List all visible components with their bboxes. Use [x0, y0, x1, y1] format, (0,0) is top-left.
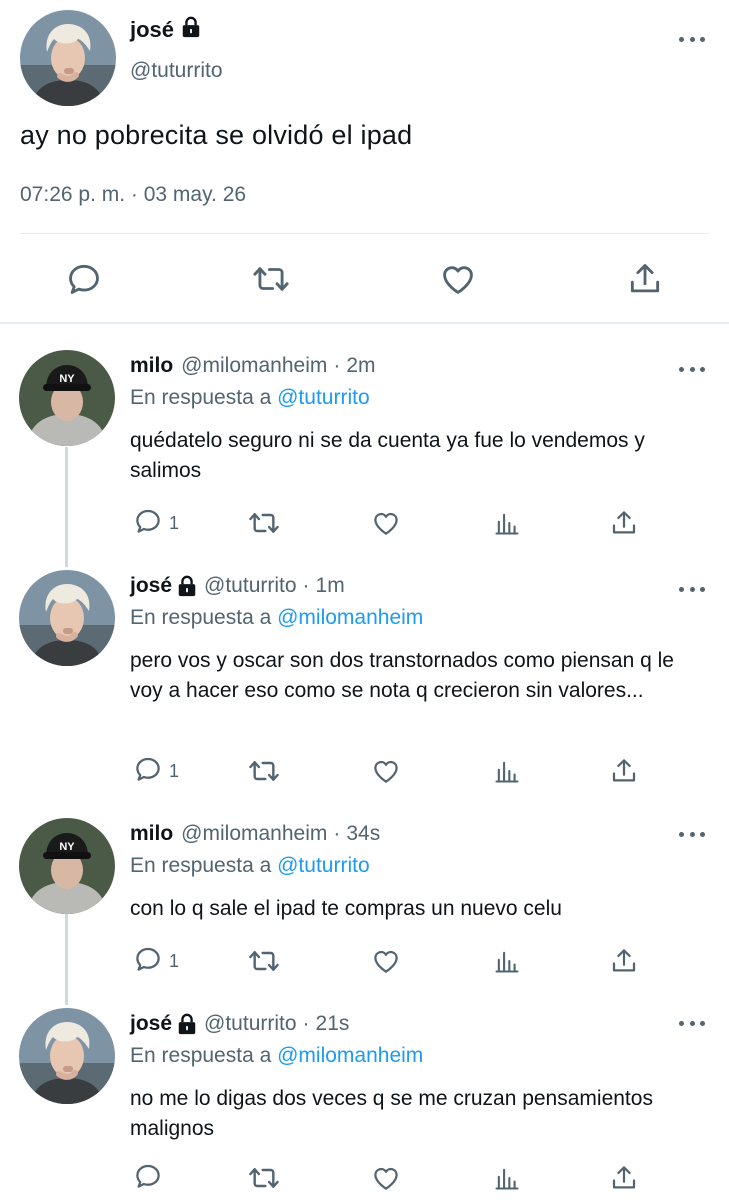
avatar[interactable]	[19, 350, 115, 446]
more-options-icon[interactable]	[679, 829, 705, 839]
reply-icon	[133, 1161, 163, 1196]
share-icon[interactable]	[609, 943, 639, 979]
replying-to-prefix: En respuesta a	[130, 606, 272, 629]
author-handle[interactable]: @tuturrito	[204, 1012, 297, 1036]
mention-link[interactable]: @tuturrito	[277, 854, 370, 877]
retweet-icon[interactable]	[248, 943, 280, 979]
reply-tweet[interactable]: milo @milomanheim · 34s En respuesta a @…	[0, 818, 729, 988]
reply-button[interactable]: 1	[133, 943, 179, 979]
lock-icon	[176, 575, 198, 597]
replying-to: En respuesta a @tuturrito	[130, 854, 370, 878]
reply-time[interactable]: 21s	[316, 1012, 350, 1036]
avatar[interactable]	[19, 818, 115, 914]
author-name[interactable]: josé	[130, 574, 172, 598]
mention-link[interactable]: @tuturrito	[277, 386, 370, 409]
reply-icon[interactable]	[59, 254, 109, 304]
author-handle[interactable]: @tuturrito	[204, 574, 297, 598]
reply-text: con lo q sale el ipad te compras un nuev…	[130, 897, 562, 920]
divider	[20, 233, 709, 234]
avatar[interactable]	[19, 1008, 115, 1104]
lock-icon	[180, 16, 202, 44]
main-tweet: josé @tuturrito ay no pobrecita se olvid…	[0, 0, 729, 322]
retweet-icon[interactable]	[248, 1160, 280, 1196]
lock-icon	[176, 1013, 198, 1035]
replying-to: En respuesta a @milomanheim	[130, 1044, 423, 1068]
reply-time[interactable]: 34s	[346, 822, 380, 846]
more-options-icon[interactable]	[679, 364, 705, 374]
share-icon[interactable]	[620, 254, 670, 304]
analytics-icon[interactable]	[493, 505, 521, 541]
more-options-icon[interactable]	[679, 34, 705, 44]
retweet-icon[interactable]	[248, 753, 280, 789]
like-icon[interactable]	[371, 1160, 401, 1196]
avatar[interactable]	[19, 570, 115, 666]
reply-header: josé @tuturrito · 1m	[130, 574, 345, 598]
replying-to: En respuesta a @tuturrito	[130, 386, 370, 410]
analytics-icon[interactable]	[493, 943, 521, 979]
analytics-icon[interactable]	[493, 753, 521, 789]
mention-link[interactable]: @milomanheim	[277, 606, 423, 629]
retweet-icon[interactable]	[248, 505, 280, 541]
author-handle[interactable]: @tuturrito	[130, 59, 223, 83]
author-handle[interactable]: @milomanheim	[181, 822, 327, 846]
section-divider	[0, 322, 729, 324]
reply-icon	[133, 944, 163, 979]
reply-button[interactable]: 1	[133, 753, 179, 789]
tweet-text: ay no pobrecita se olvidó el ipad	[20, 120, 413, 150]
reply-tweet[interactable]: josé @tuturrito · 1m En respuesta a @mil…	[0, 570, 729, 800]
replying-to: En respuesta a @milomanheim	[130, 606, 423, 630]
separator: ·	[302, 574, 310, 597]
reply-icon	[133, 754, 163, 789]
analytics-icon[interactable]	[493, 1160, 521, 1196]
reply-time[interactable]: 1m	[316, 574, 345, 598]
author-name[interactable]: milo	[130, 822, 173, 846]
avatar[interactable]	[20, 10, 116, 106]
reply-text: quédatelo seguro ni se da cuenta ya fue …	[130, 429, 645, 482]
reply-button[interactable]: 1	[133, 505, 179, 541]
more-options-icon[interactable]	[679, 584, 705, 594]
separator: ·	[333, 822, 341, 845]
reply-actions: 1	[0, 753, 729, 789]
reply-count: 1	[169, 760, 180, 781]
reply-header: milo @milomanheim · 34s	[130, 822, 380, 846]
reply-time[interactable]: 2m	[346, 354, 375, 378]
retweet-icon[interactable]	[246, 254, 296, 304]
mention-link[interactable]: @milomanheim	[277, 1044, 423, 1067]
like-icon[interactable]	[371, 943, 401, 979]
author-name[interactable]: josé	[130, 1012, 172, 1036]
tweet-actions	[0, 254, 729, 304]
more-options-icon[interactable]	[679, 1018, 705, 1028]
author-name-text: josé	[130, 17, 175, 42]
reply-actions: 1	[0, 943, 729, 979]
reply-text: pero vos y oscar son dos transtornados c…	[130, 649, 674, 702]
share-icon[interactable]	[609, 505, 639, 541]
reply-icon	[133, 506, 163, 541]
reply-actions: 1	[0, 505, 729, 541]
reply-header: josé @tuturrito · 21s	[130, 1012, 349, 1036]
reply-text: no me lo digas dos veces q se me cruzan …	[130, 1087, 653, 1140]
reply-actions	[0, 1160, 729, 1196]
reply-tweet[interactable]: josé @tuturrito · 21s En respuesta a @mi…	[0, 1008, 729, 1200]
share-icon[interactable]	[609, 1160, 639, 1196]
reply-count: 1	[169, 512, 180, 533]
reply-header: milo @milomanheim · 2m	[130, 354, 376, 378]
author-handle[interactable]: @milomanheim	[181, 354, 327, 378]
separator: ·	[302, 1012, 310, 1035]
like-icon[interactable]	[371, 505, 401, 541]
replying-to-prefix: En respuesta a	[130, 386, 272, 409]
replying-to-prefix: En respuesta a	[130, 1044, 272, 1067]
separator: ·	[333, 354, 341, 377]
reply-count: 1	[169, 950, 180, 971]
share-icon[interactable]	[609, 753, 639, 789]
replying-to-prefix: En respuesta a	[130, 854, 272, 877]
like-icon[interactable]	[371, 753, 401, 789]
reply-tweet[interactable]: milo @milomanheim · 2m En respuesta a @t…	[0, 350, 729, 550]
author-name[interactable]: josé	[130, 16, 202, 44]
like-icon[interactable]	[433, 254, 483, 304]
reply-button[interactable]	[133, 1160, 169, 1196]
author-name[interactable]: milo	[130, 354, 173, 378]
tweet-timestamp[interactable]: 07:26 p. m. · 03 may. 26	[20, 183, 246, 207]
